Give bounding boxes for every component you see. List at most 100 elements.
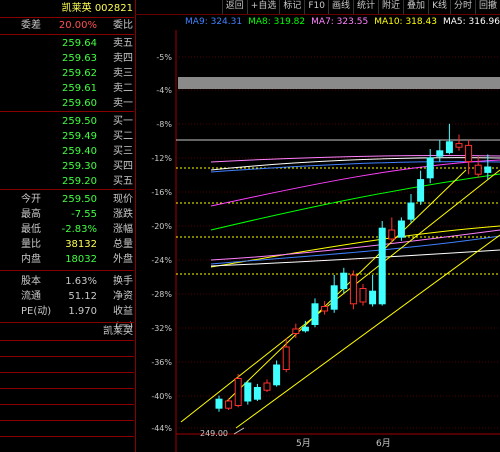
ma-label-2: MA7: 323.55 <box>311 17 369 27</box>
x-tick-label: 6月 <box>376 438 391 449</box>
candle-body[interactable] <box>378 227 386 305</box>
stat-2-label: 涨幅 <box>113 224 133 235</box>
ma-curve-4 <box>210 173 500 231</box>
y-tick-label: -12% <box>151 154 172 163</box>
divider <box>0 111 134 112</box>
candle-body[interactable] <box>369 290 377 305</box>
sell-level-2: 卖四 259.63 <box>0 51 133 66</box>
weibi-value: 20.00% <box>58 20 97 31</box>
stat-0-label2: 今开 <box>21 194 41 205</box>
candle-body[interactable] <box>397 220 405 238</box>
candle-body[interactable] <box>474 164 482 175</box>
candle-body[interactable] <box>234 378 242 406</box>
candle-body[interactable] <box>244 382 252 402</box>
candle-body[interactable] <box>359 288 367 303</box>
buy-level-1-value: 259.50 <box>62 116 97 127</box>
candlestick-chart[interactable]: -5% -4% -8% -12% -16% -20% -24% -28% -32% -36% -40… <box>136 30 500 452</box>
stat-4-label: 外盘 <box>113 254 133 265</box>
buy-level-1-label: 买一 <box>113 116 133 127</box>
candle-body[interactable] <box>215 398 223 409</box>
stat-2-value: -2.83% <box>61 224 97 235</box>
y-tick-label: -4% <box>156 86 172 95</box>
divider <box>0 388 134 389</box>
candle-body[interactable] <box>340 272 348 289</box>
candle-body[interactable] <box>455 143 463 148</box>
candle-body[interactable] <box>349 274 357 305</box>
stat-1-label: 涨跌 <box>113 209 133 220</box>
stock-title: 凯莱英 002821 <box>61 3 133 14</box>
candle-body[interactable] <box>321 306 329 312</box>
y-tick-label: -28% <box>151 290 172 299</box>
candle-body[interactable] <box>436 150 444 157</box>
sell-level-4: 卖二 259.61 <box>0 81 133 96</box>
chart-toolbar: 回撤 分时 K线 叠加 附近 统计 画线 F10 标记 +自选 返回 <box>135 0 500 15</box>
y-tick-label: -44% <box>151 424 172 433</box>
toolbar-item-8[interactable]: 标记 <box>279 0 304 14</box>
toolbar-item-4[interactable]: 附近 <box>378 0 403 14</box>
toolbar-item-1[interactable]: 分时 <box>449 0 475 14</box>
candle-body[interactable] <box>407 202 415 220</box>
candle-body[interactable] <box>484 166 492 173</box>
toolbar-item-6[interactable]: 画线 <box>328 0 353 14</box>
ma-curve-6 <box>210 229 500 261</box>
candle-body[interactable] <box>417 179 425 202</box>
buy-level-2-value: 259.49 <box>62 131 97 142</box>
stat2-2-label2: PE(动) <box>21 306 52 317</box>
stat2-1-label: 净资 <box>113 291 133 302</box>
weibi-row: 委比 20.00% 委差 <box>0 18 133 33</box>
toolbar-item-7[interactable]: F10 <box>304 0 328 14</box>
sell-level-5: 卖一 259.60 <box>0 96 133 111</box>
buy-level-5: 买五 259.20 <box>0 174 133 189</box>
stat-4-value: 18032 <box>65 254 97 265</box>
x-tick-label: 5月 <box>296 438 311 449</box>
low-pointer <box>233 427 245 435</box>
divider <box>0 34 134 35</box>
footer-name: 凯莱英 <box>103 326 133 337</box>
candle-body[interactable] <box>330 285 338 310</box>
stat2-0: 换手 1.63% 股本 <box>0 274 133 289</box>
weicha-label: 委差 <box>21 20 41 31</box>
toolbar-item-0[interactable]: 回撤 <box>474 0 500 14</box>
y-tick-label: -8% <box>156 120 172 129</box>
candle-body[interactable] <box>301 326 309 332</box>
candle-body[interactable] <box>282 346 290 370</box>
candle-body[interactable] <box>225 400 233 409</box>
stat-3-label: 总量 <box>113 239 133 250</box>
candle-body[interactable] <box>292 328 300 334</box>
ma-label-0: MA5: 316.96 <box>442 17 500 27</box>
trend-line <box>180 169 500 423</box>
y-tick-label: -36% <box>151 358 172 367</box>
toolbar-item-3[interactable]: 叠加 <box>403 0 428 14</box>
stat2-1: 净资 51.12 流通 <box>0 289 133 304</box>
stat2-0-value: 1.63% <box>65 276 97 287</box>
stat-0-value: 259.50 <box>62 194 97 205</box>
candle-body[interactable] <box>253 387 261 400</box>
stat-2: 涨幅 -2.83% 最低 <box>0 222 133 237</box>
candle-body[interactable] <box>388 229 396 240</box>
buy-level-3: 买三 259.40 <box>0 144 133 159</box>
toolbar-item-2[interactable]: K线 <box>428 0 450 14</box>
trend-line <box>235 234 500 429</box>
toolbar-item-9[interactable]: +自选 <box>246 0 280 14</box>
divider <box>0 420 134 421</box>
y-tick-label: -40% <box>151 392 172 401</box>
sell-level-1-label: 卖五 <box>113 38 133 49</box>
candle-body[interactable] <box>273 364 281 386</box>
price-band <box>178 77 500 89</box>
weibi-label: 委比 <box>113 20 133 31</box>
ma-curve-3 <box>210 159 500 207</box>
candle-body[interactable] <box>263 382 271 391</box>
ma-label-3: MA8: 319.82 <box>248 17 306 27</box>
divider <box>0 322 134 323</box>
toolbar-item-10[interactable]: 返回 <box>221 0 247 14</box>
candle-body[interactable] <box>426 157 434 179</box>
candle-body[interactable] <box>445 141 453 154</box>
ma-label-1: MA10: 318.43 <box>374 17 437 27</box>
sell-level-5-value: 259.60 <box>62 98 97 109</box>
toolbar-item-5[interactable]: 统计 <box>353 0 378 14</box>
stat-4: 外盘 18032 内盘 <box>0 252 133 267</box>
ma-indicator-bar: MA5: 316.96 MA10: 318.43 MA7: 323.55 MA8: 3… <box>178 15 500 29</box>
candle-body[interactable] <box>465 144 473 163</box>
buy-level-4-value: 259.30 <box>62 161 97 172</box>
candle-body[interactable] <box>311 303 319 325</box>
